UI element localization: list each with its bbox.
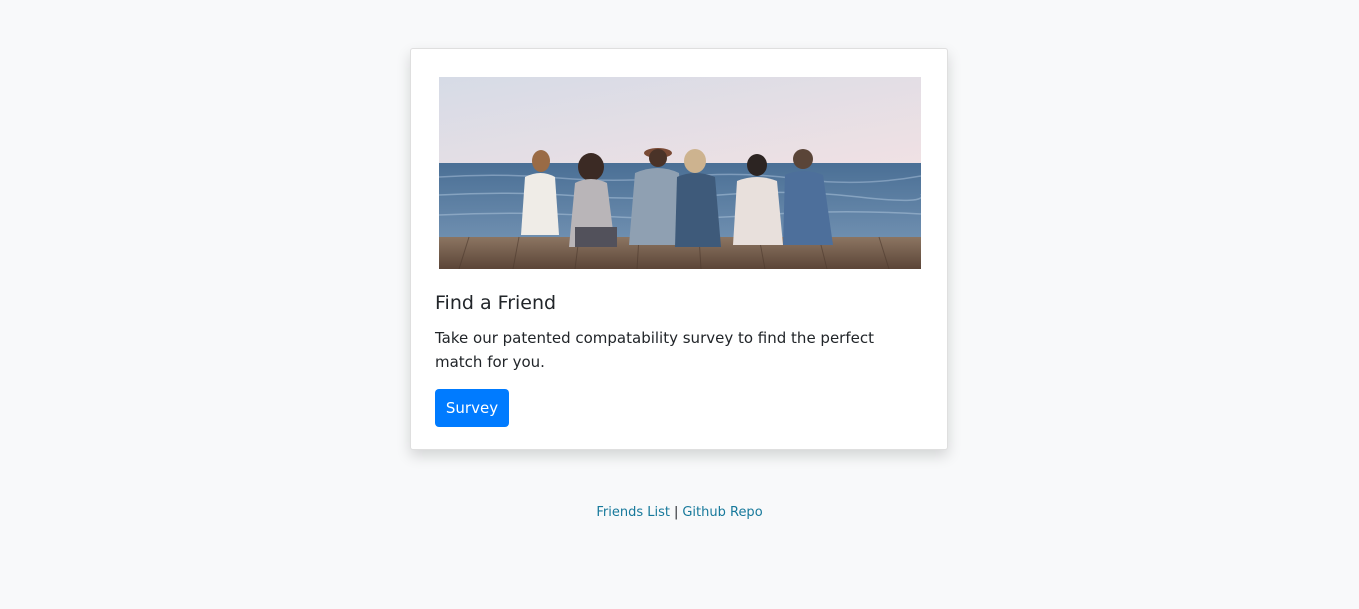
footer-links: Friends List | Github Repo (0, 504, 1359, 522)
find-a-friend-card: Find a Friend Take our patented compatab… (410, 48, 948, 450)
friends-list-link[interactable]: Friends List (596, 505, 670, 520)
github-repo-link[interactable]: Github Repo (682, 505, 762, 520)
survey-button[interactable]: Survey (435, 389, 509, 427)
card-description: Take our patented compatability survey t… (435, 329, 874, 371)
friends-on-pier-image (439, 77, 921, 269)
card-title: Find a Friend (435, 292, 557, 314)
footer-separator: | (673, 505, 679, 520)
